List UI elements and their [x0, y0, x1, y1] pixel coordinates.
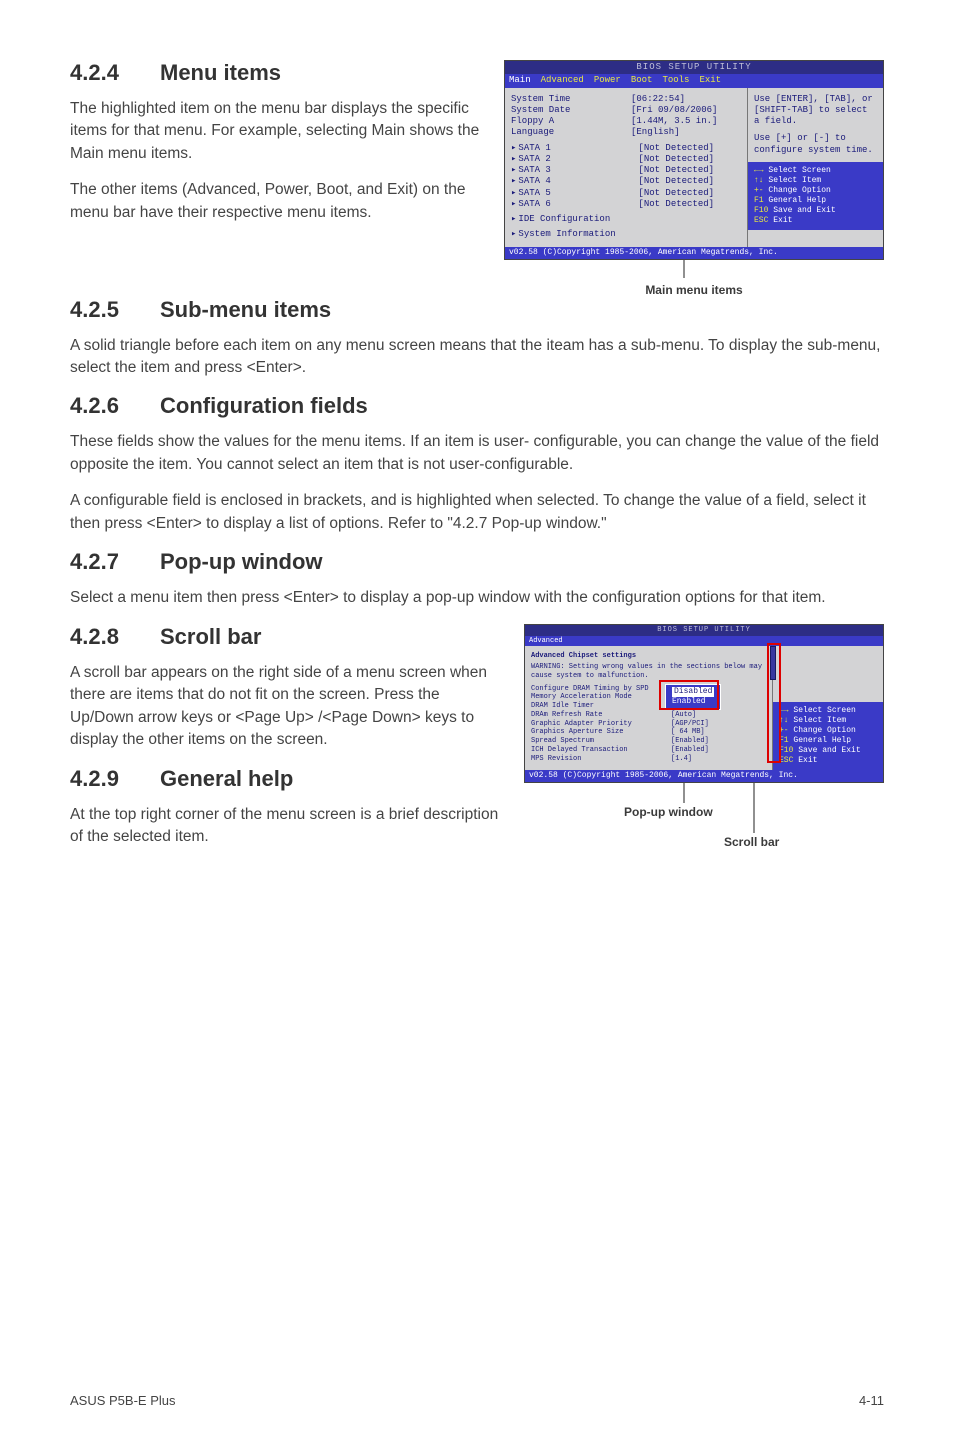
bios-right-pane: Use [ENTER], [TAB], or [SHIFT-TAB] to se…	[748, 88, 883, 247]
list-item[interactable]: Spread Spectrum[Enabled]	[531, 737, 766, 746]
leader-line	[504, 260, 884, 284]
list-item[interactable]: Configure DRAM Timing by SPD[Enabled]	[531, 685, 766, 694]
footer-right: 4-11	[859, 1393, 884, 1408]
list-item[interactable]: SATA 2[Not Detected]	[511, 154, 741, 165]
caption-scroll: Scroll bar	[724, 835, 779, 849]
list-item[interactable]: SATA 4[Not Detected]	[511, 176, 741, 187]
menubar-item-power[interactable]: Power	[594, 75, 621, 86]
list-item[interactable]: SATA 5[Not Detected]	[511, 188, 741, 199]
p-427-1: Select a menu item then press <Enter> to…	[70, 587, 884, 609]
p-426-1: These fields show the values for the men…	[70, 431, 884, 476]
bios-popup-window: BIOS SETUP UTILITY Advanced Advanced Chi…	[524, 624, 884, 784]
list-item[interactable]: DRAM Idle Timer[Auto]	[531, 702, 766, 711]
list-item[interactable]: DRAm Refresh Rate[Auto]	[531, 711, 766, 720]
nav-help: ←→ Select Screen ↑↓ Select Item +- Chang…	[773, 702, 883, 770]
footer-left: ASUS P5B-E Plus	[70, 1393, 176, 1408]
list-item[interactable]: Graphic Adapter Priority[AGP/PCI]	[531, 720, 766, 729]
bios2-titlebar: BIOS SETUP UTILITY	[525, 625, 883, 636]
list-item[interactable]: Memory Acceleration Mode[Auto]	[531, 693, 766, 702]
heading-425: 4.2.5Sub-menu items	[70, 297, 884, 323]
sec-num: 4.2.4	[70, 60, 160, 86]
caption-popup: Pop-up window	[624, 805, 713, 819]
menubar-item-advanced[interactable]: Advanced	[541, 75, 584, 86]
list-item[interactable]: Graphics Aperture Size[ 64 MB]	[531, 728, 766, 737]
ide-config-item[interactable]: IDE Configuration	[511, 214, 741, 225]
bios-warning: WARNING: Setting wrong values in the sec…	[531, 663, 766, 681]
heading-424: 4.2.4Menu items	[70, 60, 486, 86]
menubar-item-boot[interactable]: Boot	[631, 75, 653, 86]
list-item[interactable]: ICH Delayed Transaction[Enabled]	[531, 746, 766, 755]
p-429-1: At the top right corner of the menu scre…	[70, 804, 506, 849]
scroll-bar[interactable]	[770, 646, 776, 680]
nav-help: ←→ Select Screen ↑↓ Select Item +- Chang…	[748, 162, 883, 230]
menubar-item-advanced[interactable]: Advanced	[529, 637, 563, 646]
popup-option[interactable]: Disabled	[672, 687, 714, 697]
bios2-menubar[interactable]: Advanced	[525, 636, 883, 647]
menubar-item-tools[interactable]: Tools	[662, 75, 689, 86]
help-text-2: Use [+] or [-] to configure system time.	[754, 133, 877, 156]
list-item[interactable]: Language[English]	[511, 127, 741, 138]
p-428-1: A scroll bar appears on the right side o…	[70, 662, 506, 752]
list-item[interactable]: System Time[06:22:54]	[511, 94, 741, 105]
list-item[interactable]: SATA 3[Not Detected]	[511, 165, 741, 176]
p-426-2: A configurable field is enclosed in brac…	[70, 490, 884, 535]
sec-title: Menu items	[160, 60, 281, 85]
popup-option[interactable]: Enabled	[672, 697, 714, 707]
page-footer: ASUS P5B-E Plus 4-11	[70, 1387, 884, 1408]
p-424-1: The highlighted item on the menu bar dis…	[70, 98, 486, 165]
bios2-right-pane: ←→ Select Screen ↑↓ Select Item +- Chang…	[773, 646, 883, 770]
list-item[interactable]: MPS Revision[1.4]	[531, 755, 766, 764]
p-425-1: A solid triangle before each item on any…	[70, 335, 884, 380]
bios2-left-pane: Advanced Chipset settings WARNING: Setti…	[525, 646, 773, 770]
heading-428: 4.2.8Scroll bar	[70, 624, 506, 650]
bios-left-pane: System Time[06:22:54] System Date[Fri 09…	[505, 88, 748, 247]
heading-426: 4.2.6Configuration fields	[70, 393, 884, 419]
list-item[interactable]: System Date[Fri 09/08/2006]	[511, 105, 741, 116]
list-item[interactable]: SATA 6[Not Detected]	[511, 199, 741, 210]
help-text-1: Use [ENTER], [TAB], or [SHIFT-TAB] to se…	[754, 94, 877, 128]
bios-status: v02.58 (C)Copyright 1985-2006, American …	[505, 247, 883, 259]
bios-titlebar: BIOS SETUP UTILITY	[505, 61, 883, 74]
heading-427: 4.2.7Pop-up window	[70, 549, 884, 575]
heading-429: 4.2.9General help	[70, 766, 506, 792]
bios2-status: v02.58 (C)Copyright 1985-2006, American …	[525, 770, 883, 782]
menubar-item-main[interactable]: Main	[509, 75, 531, 86]
list-item[interactable]: SATA 1[Not Detected]	[511, 143, 741, 154]
bios-menubar[interactable]: Main Advanced Power Boot Tools Exit	[505, 74, 883, 87]
list-item[interactable]: Floppy A[1.44M, 3.5 in.]	[511, 116, 741, 127]
bios1-caption: Main menu items	[504, 283, 884, 297]
menubar-item-exit[interactable]: Exit	[699, 75, 721, 86]
bios-main-window: BIOS SETUP UTILITY Main Advanced Power B…	[504, 60, 884, 260]
p-424-2: The other items (Advanced, Power, Boot, …	[70, 179, 486, 224]
system-info-item[interactable]: System Information	[511, 229, 741, 240]
options-popup[interactable]: Disabled Enabled	[665, 684, 721, 710]
chipset-heading: Advanced Chipset settings	[531, 652, 766, 661]
